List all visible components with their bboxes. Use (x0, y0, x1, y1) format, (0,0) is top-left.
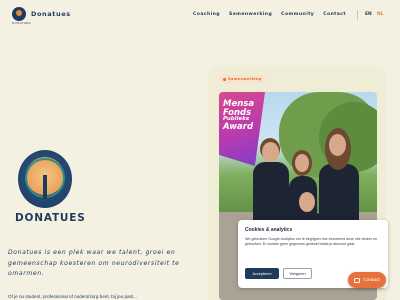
photo-face (295, 154, 309, 172)
pill-dot-icon (223, 77, 226, 81)
photo-face (299, 192, 315, 212)
photo-face (262, 142, 279, 162)
logo-icon (12, 7, 26, 21)
cookie-text: We gebruiken Google Analytics om te begr… (245, 237, 378, 247)
logo-subtext: DONATUES (12, 21, 31, 25)
nav-contact[interactable]: Contact (323, 12, 346, 17)
decline-button[interactable]: Weigeren (283, 268, 312, 279)
nav-coaching[interactable]: Coaching (193, 12, 220, 17)
hero-intro: Of je nu student, professional of ouders… (8, 294, 137, 299)
nav-samenwerking[interactable]: Samenwerking (229, 12, 272, 17)
contact-label: Contact (363, 277, 380, 283)
hero-tagline: Donatues is een plek waar we talent, gro… (8, 249, 180, 277)
photo-face (329, 134, 346, 156)
main-nav: Coaching Samenwerking Community Contact (193, 12, 346, 17)
emblem-tree-icon (43, 175, 47, 199)
lang-nl[interactable]: NL (377, 12, 383, 17)
contact-button[interactable]: Contact (348, 272, 386, 288)
nav-community[interactable]: Community (281, 12, 314, 17)
nav-divider (357, 10, 358, 20)
emblem-name: DONATUES (15, 212, 86, 224)
brand-name: Donatues (31, 10, 71, 18)
award-title: Mensa Fonds Publieks Award (223, 100, 273, 131)
pill-label: Samenwerking (228, 77, 262, 81)
logo-link[interactable]: Donatues (12, 7, 71, 21)
category-pill: Samenwerking (219, 75, 266, 83)
accept-button[interactable]: Accepteren (245, 268, 279, 279)
award-line: Award (223, 121, 254, 132)
site-header: Donatues DONATUES Coaching Samenwerking … (0, 0, 400, 30)
chat-icon (354, 277, 361, 283)
cookie-title: Cookies & analytics (245, 227, 293, 233)
lang-en[interactable]: EN (365, 12, 372, 17)
